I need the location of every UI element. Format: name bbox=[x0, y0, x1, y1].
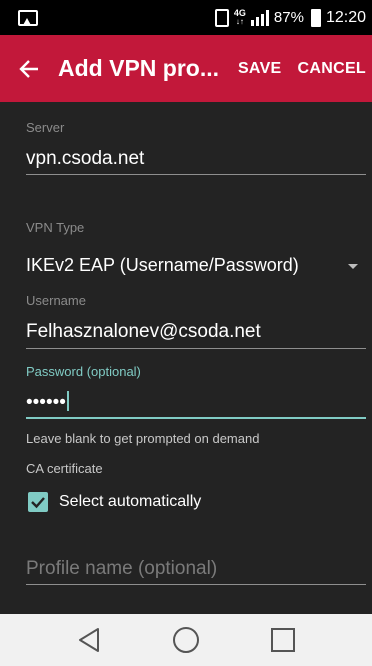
vibrate-icon bbox=[214, 8, 229, 27]
server-underline bbox=[26, 174, 366, 175]
save-button[interactable]: SAVE bbox=[232, 60, 288, 78]
password-label: Password (optional) bbox=[26, 364, 141, 379]
vpn-type-select[interactable]: IKEv2 EAP (Username/Password) bbox=[26, 255, 299, 276]
username-underline bbox=[26, 348, 366, 349]
battery-icon bbox=[310, 8, 321, 27]
clock: 12:20 bbox=[325, 8, 366, 26]
recents-icon[interactable] bbox=[258, 620, 308, 660]
app-bar: Add VPN pro... SAVE CANCEL bbox=[0, 35, 372, 102]
server-input[interactable]: vpn.csoda.net bbox=[26, 148, 144, 170]
home-icon[interactable] bbox=[161, 620, 211, 660]
back-icon[interactable] bbox=[64, 620, 114, 660]
select-automatically-label[interactable]: Select automatically bbox=[59, 493, 201, 511]
navigation-bar bbox=[0, 614, 372, 666]
password-field[interactable]: •••••• bbox=[26, 391, 69, 414]
checkmark-icon bbox=[31, 497, 45, 509]
network-type-icon: 4G ↓↑ bbox=[234, 9, 246, 26]
select-automatically-checkbox[interactable] bbox=[28, 492, 48, 512]
image-notification-icon bbox=[18, 9, 38, 26]
username-input[interactable]: Felhasznalonev@csoda.net bbox=[26, 321, 261, 343]
status-bar: 4G ↓↑ 87% 12:20 bbox=[0, 0, 372, 35]
password-input[interactable]: •••••• bbox=[26, 392, 66, 413]
dropdown-arrow-icon[interactable] bbox=[348, 264, 358, 269]
password-hint: Leave blank to get prompted on demand bbox=[26, 431, 260, 446]
back-arrow-icon[interactable] bbox=[0, 35, 58, 102]
server-label: Server bbox=[26, 120, 65, 135]
password-underline bbox=[26, 417, 366, 419]
username-label: Username bbox=[26, 293, 86, 308]
text-cursor bbox=[66, 391, 69, 411]
ca-certificate-label: CA certificate bbox=[26, 461, 103, 476]
profile-name-input[interactable]: Profile name (optional) bbox=[26, 558, 217, 580]
signal-icon bbox=[250, 9, 269, 26]
profile-name-underline bbox=[26, 584, 366, 585]
battery-percent: 87% bbox=[273, 9, 304, 26]
data-arrows-icon: ↓↑ bbox=[235, 17, 244, 26]
cancel-button[interactable]: CANCEL bbox=[292, 60, 372, 78]
vpn-type-label: VPN Type bbox=[26, 220, 85, 235]
page-title: Add VPN pro... bbox=[58, 55, 219, 81]
